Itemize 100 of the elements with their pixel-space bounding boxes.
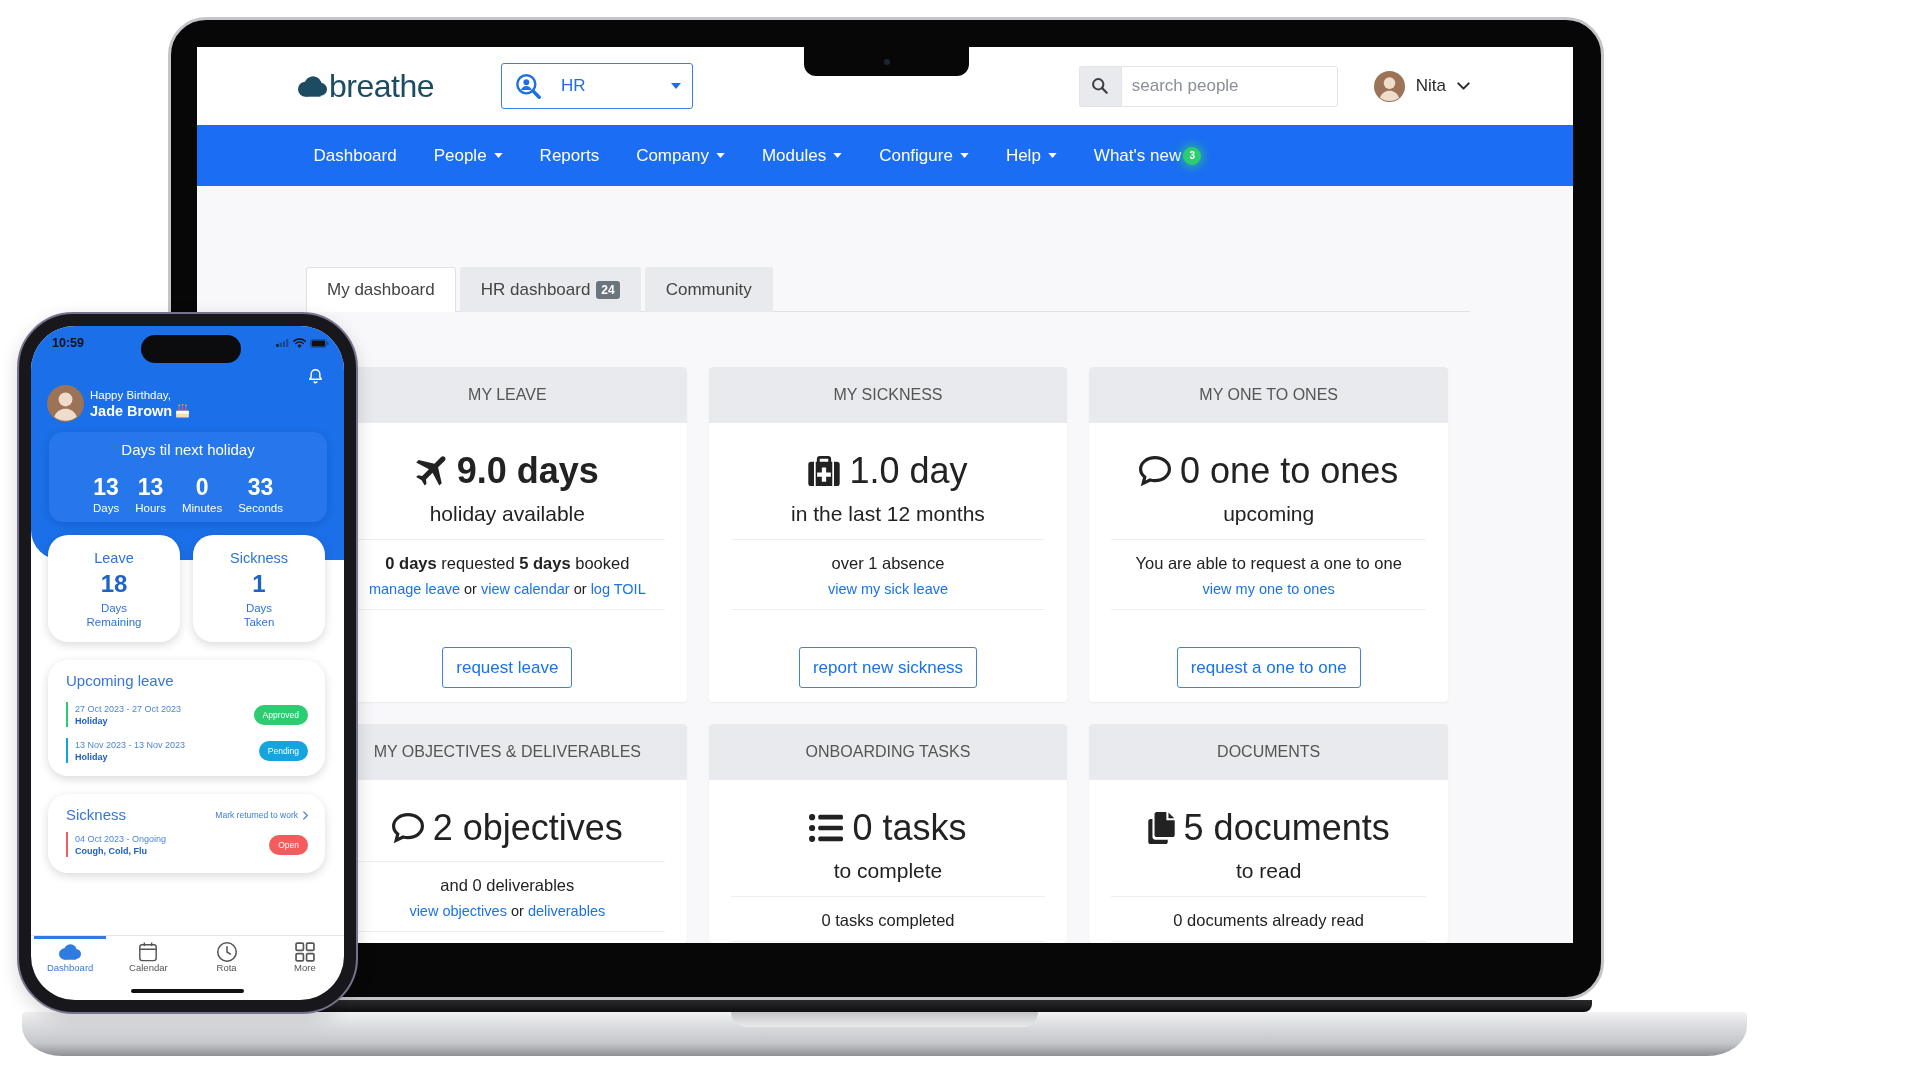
user-menu[interactable]: Nita xyxy=(1373,70,1470,102)
summary-title: Sickness xyxy=(230,549,288,567)
search-icon xyxy=(1092,78,1109,94)
countdown-title: Days til next holiday xyxy=(121,440,255,460)
card-title: ONBOARDING TASKS xyxy=(708,724,1068,780)
summary-caption: Days Taken xyxy=(243,601,275,629)
card-heading: Sickness xyxy=(66,805,127,825)
link[interactable]: view calendar xyxy=(481,581,570,597)
cloud-icon xyxy=(59,944,82,960)
list-icon xyxy=(809,814,844,842)
nav-link[interactable]: People xyxy=(415,125,522,186)
tab-bar-item[interactable]: Dashboard xyxy=(34,936,107,973)
link[interactable]: deliverables xyxy=(527,903,606,919)
status-badge: Pending xyxy=(258,740,308,761)
user-name: Jade Brown xyxy=(90,401,173,420)
summary-caption: Days Remaining xyxy=(86,601,142,629)
countdown-unit: Days xyxy=(93,501,120,515)
user-avatar xyxy=(1373,70,1405,102)
signal-icon xyxy=(276,339,289,347)
summary-value: 18 xyxy=(100,571,128,597)
card-headline: 0 one to ones xyxy=(1180,449,1399,493)
card-headline: 0 tasks xyxy=(852,806,967,850)
card-headline: 9.0 days xyxy=(456,449,599,493)
link[interactable]: view objectives xyxy=(409,903,507,919)
card-subtitle: holiday available xyxy=(429,501,585,527)
countdown-value: 33 xyxy=(247,474,274,500)
card-detail: You are able to request a one to one xyxy=(1135,553,1402,574)
link[interactable]: manage leave xyxy=(368,581,460,597)
action-button[interactable]: request a one to one xyxy=(1176,647,1361,688)
action-button[interactable]: report new sickness xyxy=(798,647,978,688)
card-detail: 0 days requested 5 days booked xyxy=(385,553,630,574)
card-title: MY SICKNESS xyxy=(708,367,1068,423)
nav-link[interactable]: Dashboard xyxy=(295,125,416,186)
notification-badge: 3 xyxy=(1183,146,1202,165)
search-input[interactable]: search people xyxy=(1120,65,1338,107)
chevron-right-icon xyxy=(303,810,308,820)
entry-type: Holiday xyxy=(75,714,109,727)
mark-returned-link[interactable]: Mark returned to work xyxy=(215,810,308,820)
logo-wordmark: breathe xyxy=(329,68,435,104)
card-detail: and 0 deliverables xyxy=(440,875,575,896)
wifi-icon xyxy=(293,338,306,348)
documents-icon xyxy=(1147,812,1175,844)
summary-title: Leave xyxy=(94,549,134,567)
count-badge: 24 xyxy=(596,281,620,299)
card-headline: 1.0 day xyxy=(849,449,968,493)
tab[interactable]: HR dashboard 24 xyxy=(459,267,641,312)
speech-bubble-icon xyxy=(1139,455,1172,487)
link[interactable]: view my one to ones xyxy=(1202,581,1335,597)
entry-dates: 27 Oct 2023 - 27 Oct 2023 xyxy=(75,702,183,715)
status-time: 10:59 xyxy=(52,336,84,350)
clock-icon xyxy=(216,942,237,962)
countdown-value: 0 xyxy=(195,474,209,500)
entry-dates: 13 Nov 2023 - 13 Nov 2023 xyxy=(75,738,187,751)
tab[interactable]: My dashboard xyxy=(306,267,456,312)
bell-icon[interactable] xyxy=(309,369,322,384)
status-badge: Approved xyxy=(253,704,308,725)
link[interactable]: view my sick leave xyxy=(827,581,948,597)
nav-link[interactable]: Help xyxy=(987,125,1076,186)
people-search-icon xyxy=(516,73,542,99)
card-subtitle: to complete xyxy=(833,858,943,884)
nav-link[interactable]: What's new 3 xyxy=(1075,125,1220,186)
tab-bar-item[interactable]: Calendar xyxy=(112,936,185,973)
countdown-unit: Hours xyxy=(135,501,166,515)
card-subtitle: in the last 12 months xyxy=(791,501,985,527)
cake-icon xyxy=(176,403,190,418)
card-title: DOCUMENTS xyxy=(1089,724,1448,780)
card-detail: over 1 absence xyxy=(831,553,945,574)
chevron-down-icon xyxy=(1457,82,1470,90)
tab-bar-item[interactable]: More xyxy=(268,936,341,973)
nav-link[interactable]: Modules xyxy=(743,125,861,186)
countdown-value: 13 xyxy=(93,474,119,500)
countdown-unit: Seconds xyxy=(238,501,283,515)
countdown-value: 13 xyxy=(137,474,164,500)
summary-value: 1 xyxy=(252,571,266,597)
greeting-text: Happy Birthday, xyxy=(90,387,172,402)
status-badge: Open xyxy=(269,834,308,855)
grid-icon xyxy=(294,942,315,962)
card-detail: 0 tasks completed xyxy=(821,910,955,931)
tab[interactable]: Community xyxy=(644,267,773,312)
entry-dates: 04 Oct 2023 - Ongoing xyxy=(75,832,168,845)
nav-link[interactable]: Reports xyxy=(521,125,618,186)
caret-down-icon xyxy=(671,83,682,89)
nav-link[interactable]: Configure xyxy=(860,125,988,186)
nav-link[interactable]: Company xyxy=(617,125,744,186)
first-aid-kit-icon xyxy=(808,456,841,486)
module-dropdown[interactable]: HR xyxy=(501,63,694,109)
entry-type: Cough, Cold, Flu xyxy=(75,844,148,857)
action-button[interactable]: request leave xyxy=(442,647,573,688)
user-avatar xyxy=(47,385,84,422)
tab-bar-item[interactable]: Rota xyxy=(190,936,263,973)
links-line: manage leave or view calendar or log TOIL xyxy=(368,580,646,599)
search-button[interactable] xyxy=(1078,65,1121,107)
card-subtitle: upcoming xyxy=(1223,501,1315,527)
link[interactable]: log TOIL xyxy=(590,581,646,597)
card-heading: Upcoming leave xyxy=(66,671,175,691)
card-subtitle: to read xyxy=(1235,858,1302,884)
speech-bubble-icon xyxy=(391,812,424,844)
card-headline: 2 objectives xyxy=(432,806,623,850)
countdown-unit: Minutes xyxy=(181,501,223,515)
cloud-logo-icon xyxy=(298,75,327,97)
